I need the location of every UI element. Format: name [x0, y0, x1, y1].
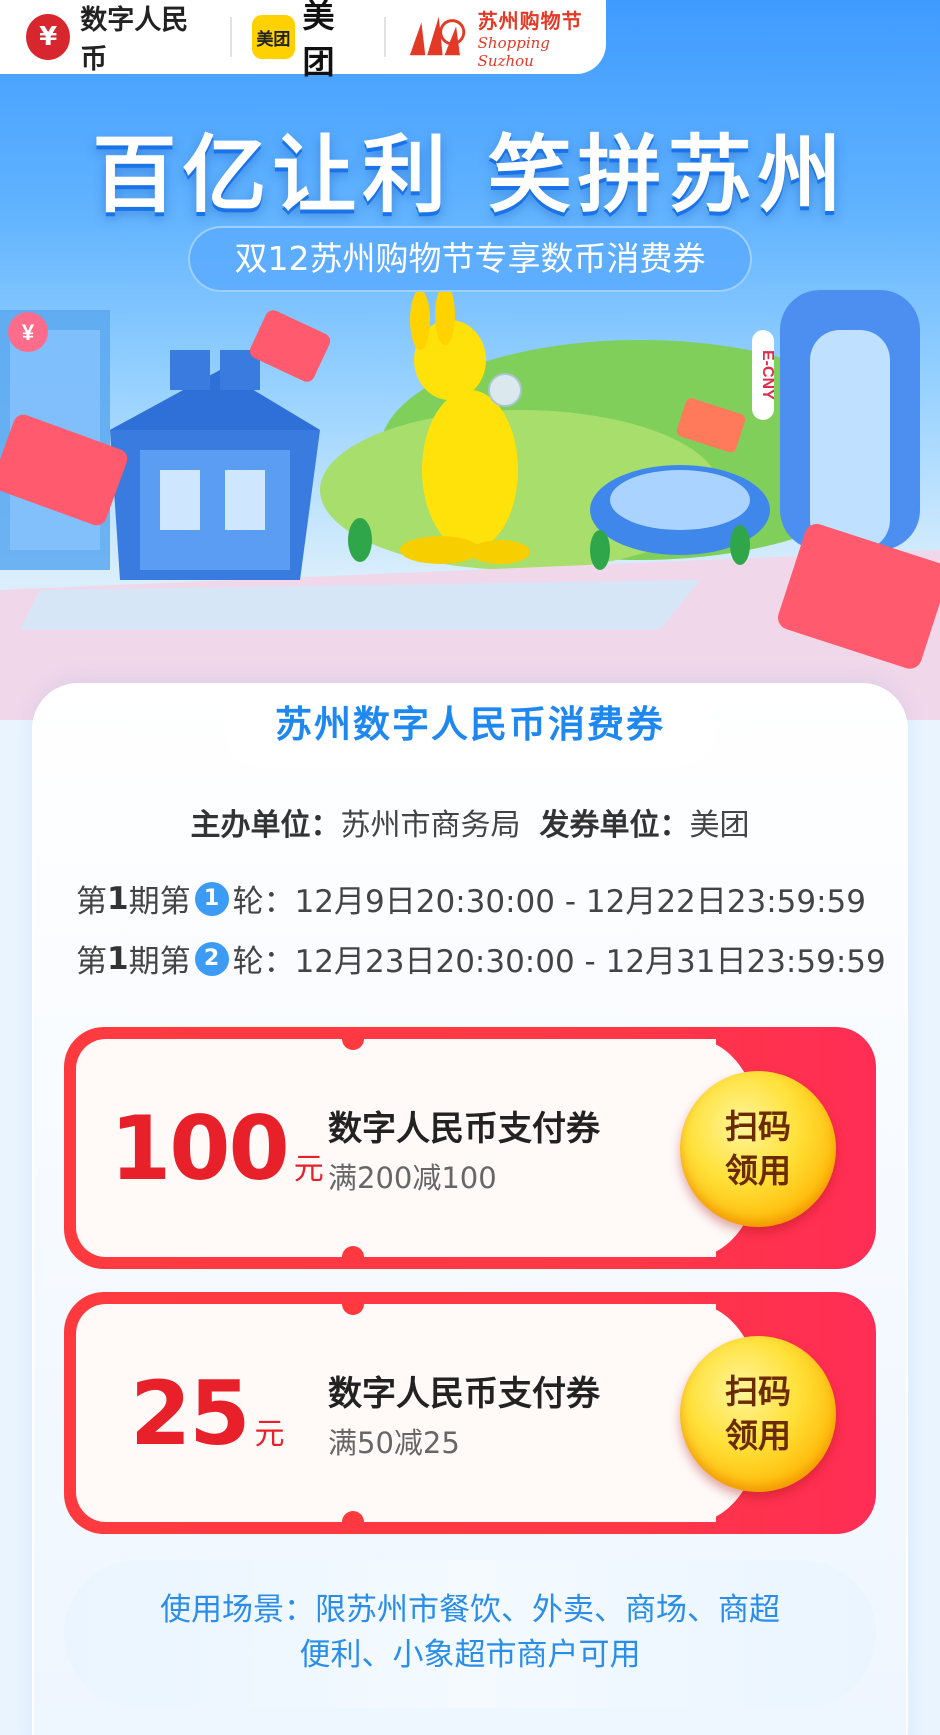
issuer-value: 美团	[689, 808, 750, 843]
round-number-badge: 1	[194, 881, 229, 916]
round-row-1: 第 1 期第 1 轮： 12月9日20:30:00 - 12月22日23:59:59	[76, 876, 866, 921]
meituan-logo: 美团 美团	[252, 0, 364, 83]
ecny-logo: ¥ 数字人民币	[26, 0, 210, 76]
suzhou-shopping-icon	[409, 16, 466, 56]
logo-divider	[384, 17, 387, 57]
hero-subtitle: 双12苏州购物节专享数币消费券	[188, 226, 752, 292]
partner-logo-bar: ¥ 数字人民币 美团 美团 苏州购物节 Shopping Suzhou	[0, 0, 606, 81]
meituan-logo-text: 美团	[302, 0, 335, 81]
round-mid: 期第	[128, 884, 191, 920]
organizer-value: 苏州市商务局	[340, 808, 521, 843]
button-label-line2: 领用	[725, 1416, 791, 1455]
usage-scenario: 使用场景：限苏州市餐饮、外卖、商场、商超 便利、小象超市商户可用	[64, 1560, 876, 1708]
round-time: 12月23日20:30:00 - 12月31日23:59:59	[294, 944, 886, 980]
logo-divider	[230, 17, 233, 57]
house-illustration	[110, 350, 320, 580]
card-title-tab: 苏州数字人民币消费券	[226, 683, 714, 767]
hero-title: 百亿让利 笑拼苏州	[92, 126, 848, 224]
meituan-icon: 美团	[252, 15, 295, 59]
ecny-yuan-icon: ¥	[26, 14, 71, 60]
suzhou-shopping-text: 苏州购物节	[477, 8, 583, 33]
round-prefix: 第	[76, 884, 107, 920]
suzhou-shopping-en: Shopping Suzhou	[477, 33, 550, 70]
button-label-line2: 领用	[725, 1151, 791, 1190]
coupon-unit: 元	[254, 1417, 285, 1452]
ecny-badge-icon: ¥	[22, 320, 35, 345]
hero-illustration: E-CNY ¥	[0, 290, 940, 720]
round-row-2: 第 1 期第 2 轮： 12月23日20:30:00 - 12月31日23:59:59	[76, 936, 886, 981]
suzhou-shopping-logo: 苏州购物节 Shopping Suzhou	[406, 5, 606, 70]
ecny-tower-text: E-CNY	[759, 350, 776, 400]
period-number: 1	[107, 940, 129, 977]
coupon-value: 100	[110, 1097, 290, 1200]
hero-banner: E-CNY ¥ ¥ 数字人民币 美团 美团 苏州购物节 Shopping Suz…	[0, 0, 940, 720]
coupon-unit: 元	[293, 1152, 324, 1187]
organizer-info: 主办单位：苏州市商务局 发券单位：美团	[0, 800, 940, 844]
round-number-badge: 2	[194, 941, 229, 976]
coupon-25: 25 元 数字人民币支付券 满50减25 扫码 领用	[64, 1292, 876, 1534]
coupon-condition: 满200减100	[328, 1161, 497, 1195]
round-time: 12月9日20:30:00 - 12月22日23:59:59	[294, 884, 866, 920]
round-suffix: 轮：	[232, 944, 295, 980]
usage-scenario-line2: 便利、小象超市商户可用	[299, 1637, 641, 1673]
button-label-line1: 扫码	[725, 1372, 791, 1411]
coupon-amount: 100 元	[110, 1097, 324, 1200]
scan-to-claim-button[interactable]: 扫码 领用	[680, 1336, 836, 1492]
button-label-line1: 扫码	[725, 1107, 791, 1146]
round-mid: 期第	[128, 944, 191, 980]
coupon-condition: 满50减25	[328, 1426, 460, 1460]
round-prefix: 第	[76, 944, 107, 980]
scan-to-claim-button[interactable]: 扫码 领用	[680, 1071, 836, 1227]
coupon-title: 数字人民币支付券	[328, 1374, 600, 1414]
coupon-amount: 25 元	[130, 1362, 284, 1465]
coupon-value: 25	[130, 1362, 250, 1465]
issuer-label: 发券单位：	[539, 808, 690, 843]
round-suffix: 轮：	[232, 884, 295, 920]
coupon-title: 数字人民币支付券	[328, 1109, 600, 1149]
usage-scenario-line1: 使用场景：限苏州市餐饮、外卖、商场、商超	[160, 1592, 780, 1628]
period-number: 1	[107, 880, 129, 917]
ecny-logo-text: 数字人民币	[80, 5, 189, 75]
organizer-label: 主办单位：	[190, 808, 341, 843]
coupon-100: 100 元 数字人民币支付券 满200减100 扫码 领用	[64, 1027, 876, 1269]
